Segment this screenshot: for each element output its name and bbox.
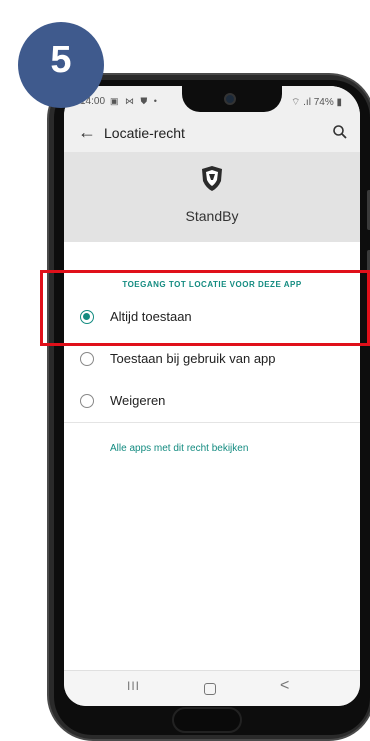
camera-icon	[224, 93, 236, 105]
radio-unselected[interactable]	[80, 352, 94, 366]
radio-unselected[interactable]	[80, 394, 94, 408]
step-number: 5	[50, 39, 72, 81]
view-all-apps-link[interactable]: Alle apps met dit recht bekijken	[110, 443, 248, 454]
step-badge: 5	[18, 22, 104, 108]
option-deny[interactable]: Weigeren	[64, 386, 360, 416]
option-label: Weigeren	[110, 393, 166, 408]
back-arrow-icon[interactable]: ←	[78, 122, 96, 143]
divider	[64, 422, 360, 423]
hardware-home-button	[172, 707, 242, 733]
page-title: Locatie-recht	[104, 125, 185, 141]
app-header: StandBy	[64, 152, 360, 242]
navigation-bar: III <	[64, 670, 360, 706]
phone-screen: 14:00 ▣ ⋈ ⛊ • ⌔ .ıl 74% ▮ ← Locatie-rech…	[64, 86, 360, 706]
highlight-box	[40, 270, 370, 346]
back-nav-icon[interactable]: <	[280, 677, 289, 695]
search-icon[interactable]	[332, 124, 348, 140]
option-label: Toestaan bij gebruik van app	[110, 351, 276, 366]
recent-apps-icon[interactable]: III	[127, 679, 140, 693]
signal-battery-status: ⌔ .ıl 74% ▮	[290, 97, 342, 108]
home-icon[interactable]	[204, 683, 216, 695]
notification-icons: ▣ ⋈ ⛊ •	[110, 96, 159, 106]
app-name: StandBy	[185, 208, 239, 224]
app-toolbar: ← Locatie-recht	[64, 116, 360, 152]
option-allow-while-using[interactable]: Toestaan bij gebruik van app	[64, 344, 360, 374]
shield-logo-icon	[202, 166, 222, 191]
